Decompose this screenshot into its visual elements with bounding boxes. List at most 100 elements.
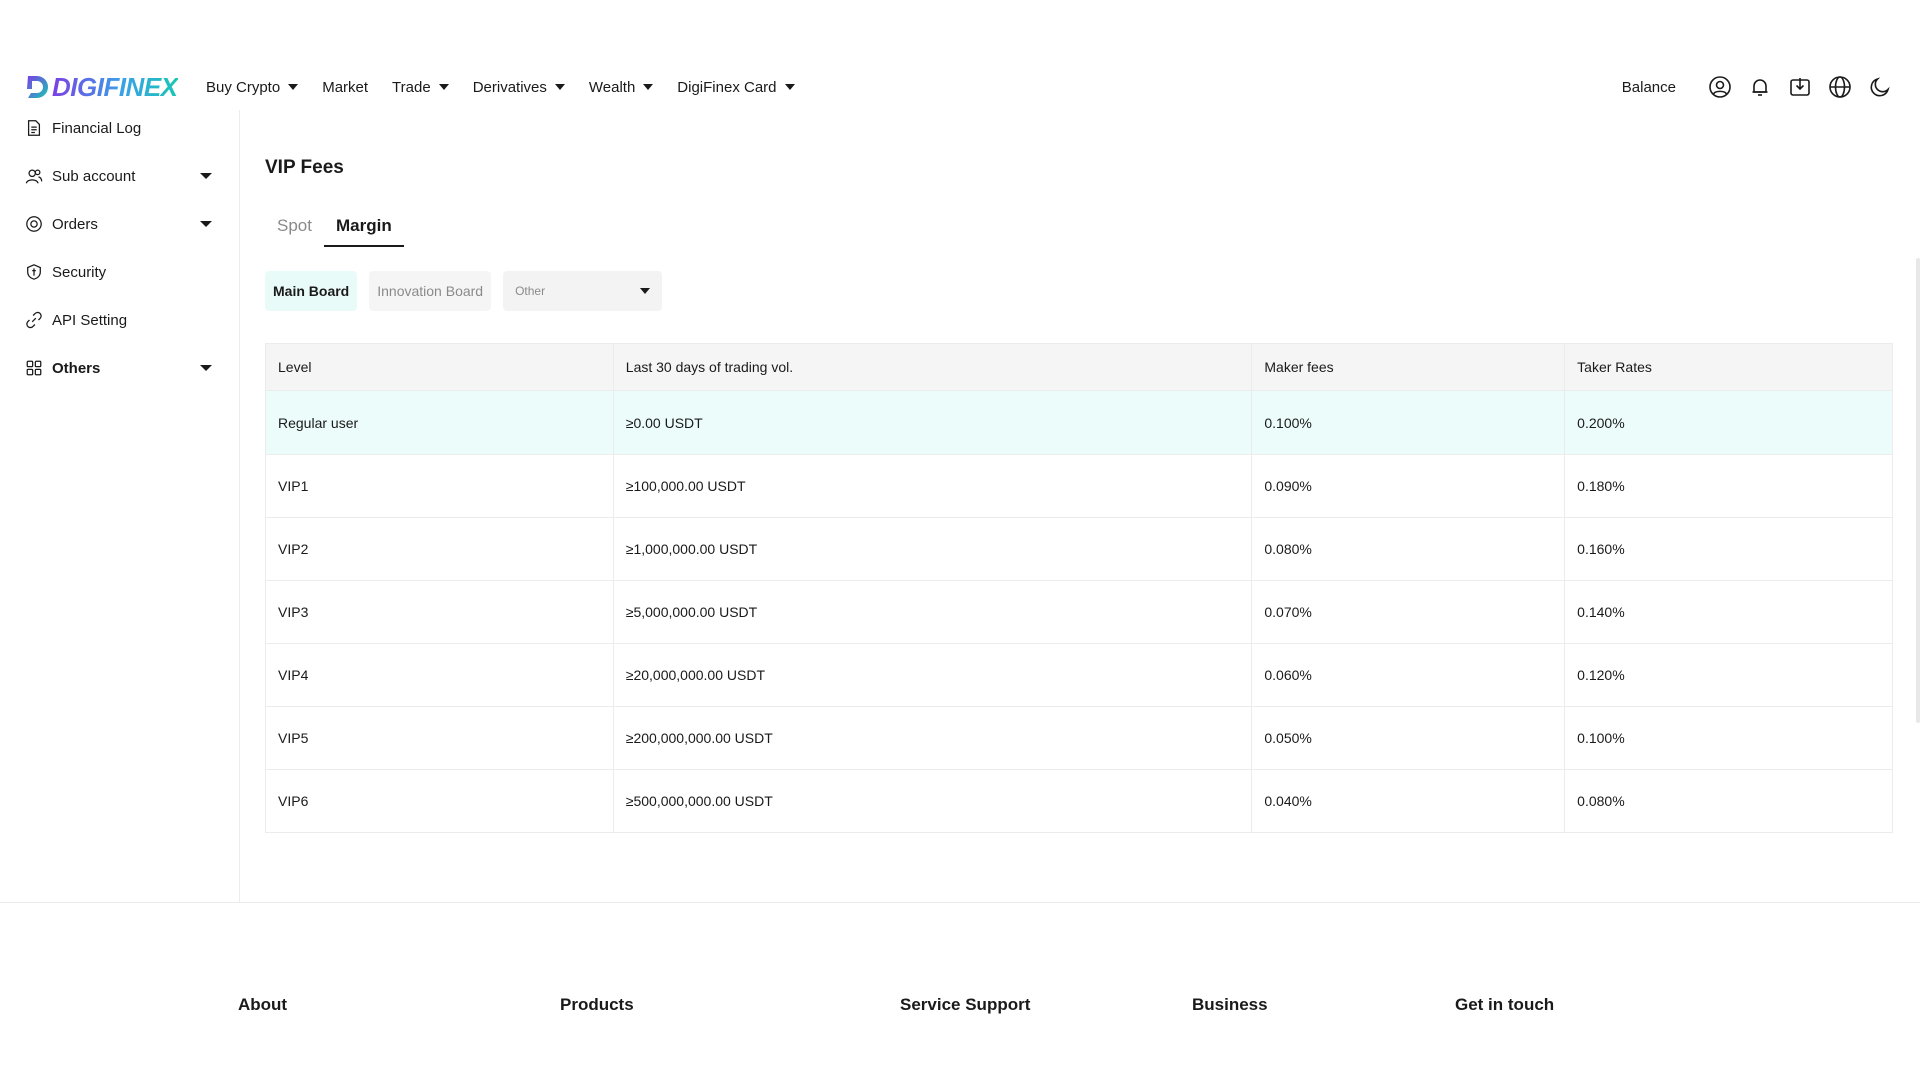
other-board-select[interactable]: Other (503, 271, 663, 311)
nav-trade[interactable]: Trade (392, 79, 449, 96)
table-cell: 0.160% (1564, 517, 1893, 581)
sidebar-item-label: Sub account (52, 167, 136, 185)
table-cell: 0.200% (1564, 390, 1893, 455)
table-cell: VIP6 (265, 769, 614, 833)
vip-fees-table: Level Last 30 days of trading vol. Maker… (265, 343, 1893, 833)
orders-icon (24, 214, 44, 234)
nav-market[interactable]: Market (322, 79, 368, 96)
top-header: DIGIFINEX Buy Crypto Market Trade Deriva… (0, 64, 1920, 110)
chevron-down-icon (640, 288, 651, 294)
sidebar: Financial Log Sub account Orders Securit… (0, 110, 240, 902)
chevron-down-icon (200, 221, 212, 227)
table-row: VIP5 ≥200,000,000.00 USDT 0.050% 0.100% (265, 706, 1893, 770)
table-cell: ≥500,000,000.00 USDT (613, 769, 1253, 833)
table-cell: 0.100% (1564, 706, 1893, 770)
column-header: Level (265, 343, 614, 391)
chevron-down-icon (288, 84, 299, 90)
table-cell: Regular user (265, 390, 614, 455)
user-icon[interactable] (1708, 75, 1732, 99)
table-cell: ≥200,000,000.00 USDT (613, 706, 1253, 770)
sidebar-item-label: Security (52, 263, 107, 281)
table-cell: 0.040% (1251, 769, 1566, 833)
table-cell: 0.090% (1251, 454, 1566, 518)
bell-icon[interactable] (1748, 75, 1772, 99)
table-row: VIP6 ≥500,000,000.00 USDT 0.040% 0.080% (265, 769, 1893, 833)
table-cell: VIP2 (265, 517, 614, 581)
sidebar-item-label: Financial Log (52, 119, 142, 137)
table-row: VIP2 ≥1,000,000.00 USDT 0.080% 0.160% (265, 517, 1893, 581)
nav-label: DigiFinex Card (677, 78, 777, 96)
users-icon (24, 166, 44, 186)
moon-icon[interactable] (1868, 75, 1892, 99)
logo-mark-icon (27, 76, 48, 98)
innovation-board-button[interactable]: Innovation Board (369, 271, 492, 311)
table-row: VIP4 ≥20,000,000.00 USDT 0.060% 0.120% (265, 643, 1893, 707)
brand-logo[interactable]: DIGIFINEX (24, 72, 178, 102)
table-header-row: Level Last 30 days of trading vol. Maker… (265, 343, 1893, 391)
file-icon (24, 118, 44, 138)
chevron-down-icon (554, 84, 565, 90)
footer-divider (0, 902, 1920, 903)
sidebar-item-label: API Setting (52, 311, 128, 329)
tab-spot[interactable]: Spot (265, 212, 324, 247)
page-title: VIP Fees (265, 157, 344, 178)
select-value: Other (515, 284, 546, 298)
table-row: VIP1 ≥100,000.00 USDT 0.090% 0.180% (265, 454, 1893, 518)
column-header: Taker Rates (1564, 343, 1893, 391)
table-cell: ≥20,000,000.00 USDT (613, 643, 1253, 707)
link-icon (24, 310, 44, 330)
sidebar-item-orders[interactable]: Orders (24, 210, 216, 238)
footer-heading-business: Business (1192, 995, 1268, 1014)
table-cell: ≥1,000,000.00 USDT (613, 517, 1253, 581)
nav-label: Trade (392, 78, 431, 96)
nav-label: Derivatives (472, 78, 547, 96)
table-cell: VIP5 (265, 706, 614, 770)
table-row: VIP3 ≥5,000,000.00 USDT 0.070% 0.140% (265, 580, 1893, 644)
chevron-down-icon (200, 173, 212, 179)
page-scrollbar[interactable] (1916, 258, 1920, 723)
sidebar-item-api-setting[interactable]: API Setting (24, 306, 216, 334)
fee-tabs: Spot Margin (265, 212, 404, 248)
table-cell: 0.050% (1251, 706, 1566, 770)
sidebar-item-label: Others (52, 359, 101, 377)
balance-link[interactable]: Balance (1622, 79, 1676, 96)
board-filter: Main Board Innovation Board Other (265, 271, 663, 311)
column-header: Maker fees (1251, 343, 1566, 391)
table-cell: VIP1 (265, 454, 614, 518)
table-cell: 0.070% (1251, 580, 1566, 644)
sidebar-item-label: Orders (52, 215, 98, 233)
nav-digifinex-card[interactable]: DigiFinex Card (677, 78, 795, 96)
chevron-down-icon (643, 84, 654, 90)
nav-label: Wealth (588, 78, 636, 96)
table-cell: 0.080% (1564, 769, 1893, 833)
nav-derivatives[interactable]: Derivatives (473, 79, 565, 96)
table-cell: VIP4 (265, 643, 614, 707)
table-cell: ≥5,000,000.00 USDT (613, 580, 1253, 644)
nav-buy-crypto[interactable]: Buy Crypto (206, 79, 299, 96)
column-header: Last 30 days of trading vol. (613, 343, 1253, 391)
sidebar-item-others[interactable]: Others (24, 354, 216, 382)
chevron-down-icon (200, 365, 212, 371)
table-cell: 0.180% (1564, 454, 1893, 518)
header-actions: Balance (1622, 64, 1892, 110)
sidebar-item-financial-log[interactable]: Financial Log (24, 114, 216, 142)
footer-heading-get-in-touch: Get in touch (1455, 995, 1555, 1014)
nav-label: Market (322, 78, 369, 96)
main-board-button[interactable]: Main Board (265, 271, 358, 311)
footer-heading-service-support: Service Support (900, 995, 1031, 1014)
table-cell: 0.120% (1564, 643, 1893, 707)
sidebar-item-sub-account[interactable]: Sub account (24, 162, 216, 190)
tab-margin[interactable]: Margin (323, 212, 404, 247)
grid-icon (24, 358, 44, 378)
table-row: Regular user ≥0.00 USDT 0.100% 0.200% (265, 390, 1893, 455)
footer-heading-products: Products (560, 995, 634, 1014)
globe-icon[interactable] (1828, 75, 1852, 99)
nav-wealth[interactable]: Wealth (588, 78, 654, 96)
chevron-down-icon (438, 84, 449, 90)
brand-name: DIGIFINEX (52, 71, 178, 102)
table-cell: ≥100,000.00 USDT (613, 454, 1253, 518)
table-cell: 0.100% (1251, 390, 1566, 455)
download-icon[interactable] (1788, 75, 1812, 99)
sidebar-item-security[interactable]: Security (24, 258, 216, 286)
table-cell: 0.140% (1564, 580, 1893, 644)
